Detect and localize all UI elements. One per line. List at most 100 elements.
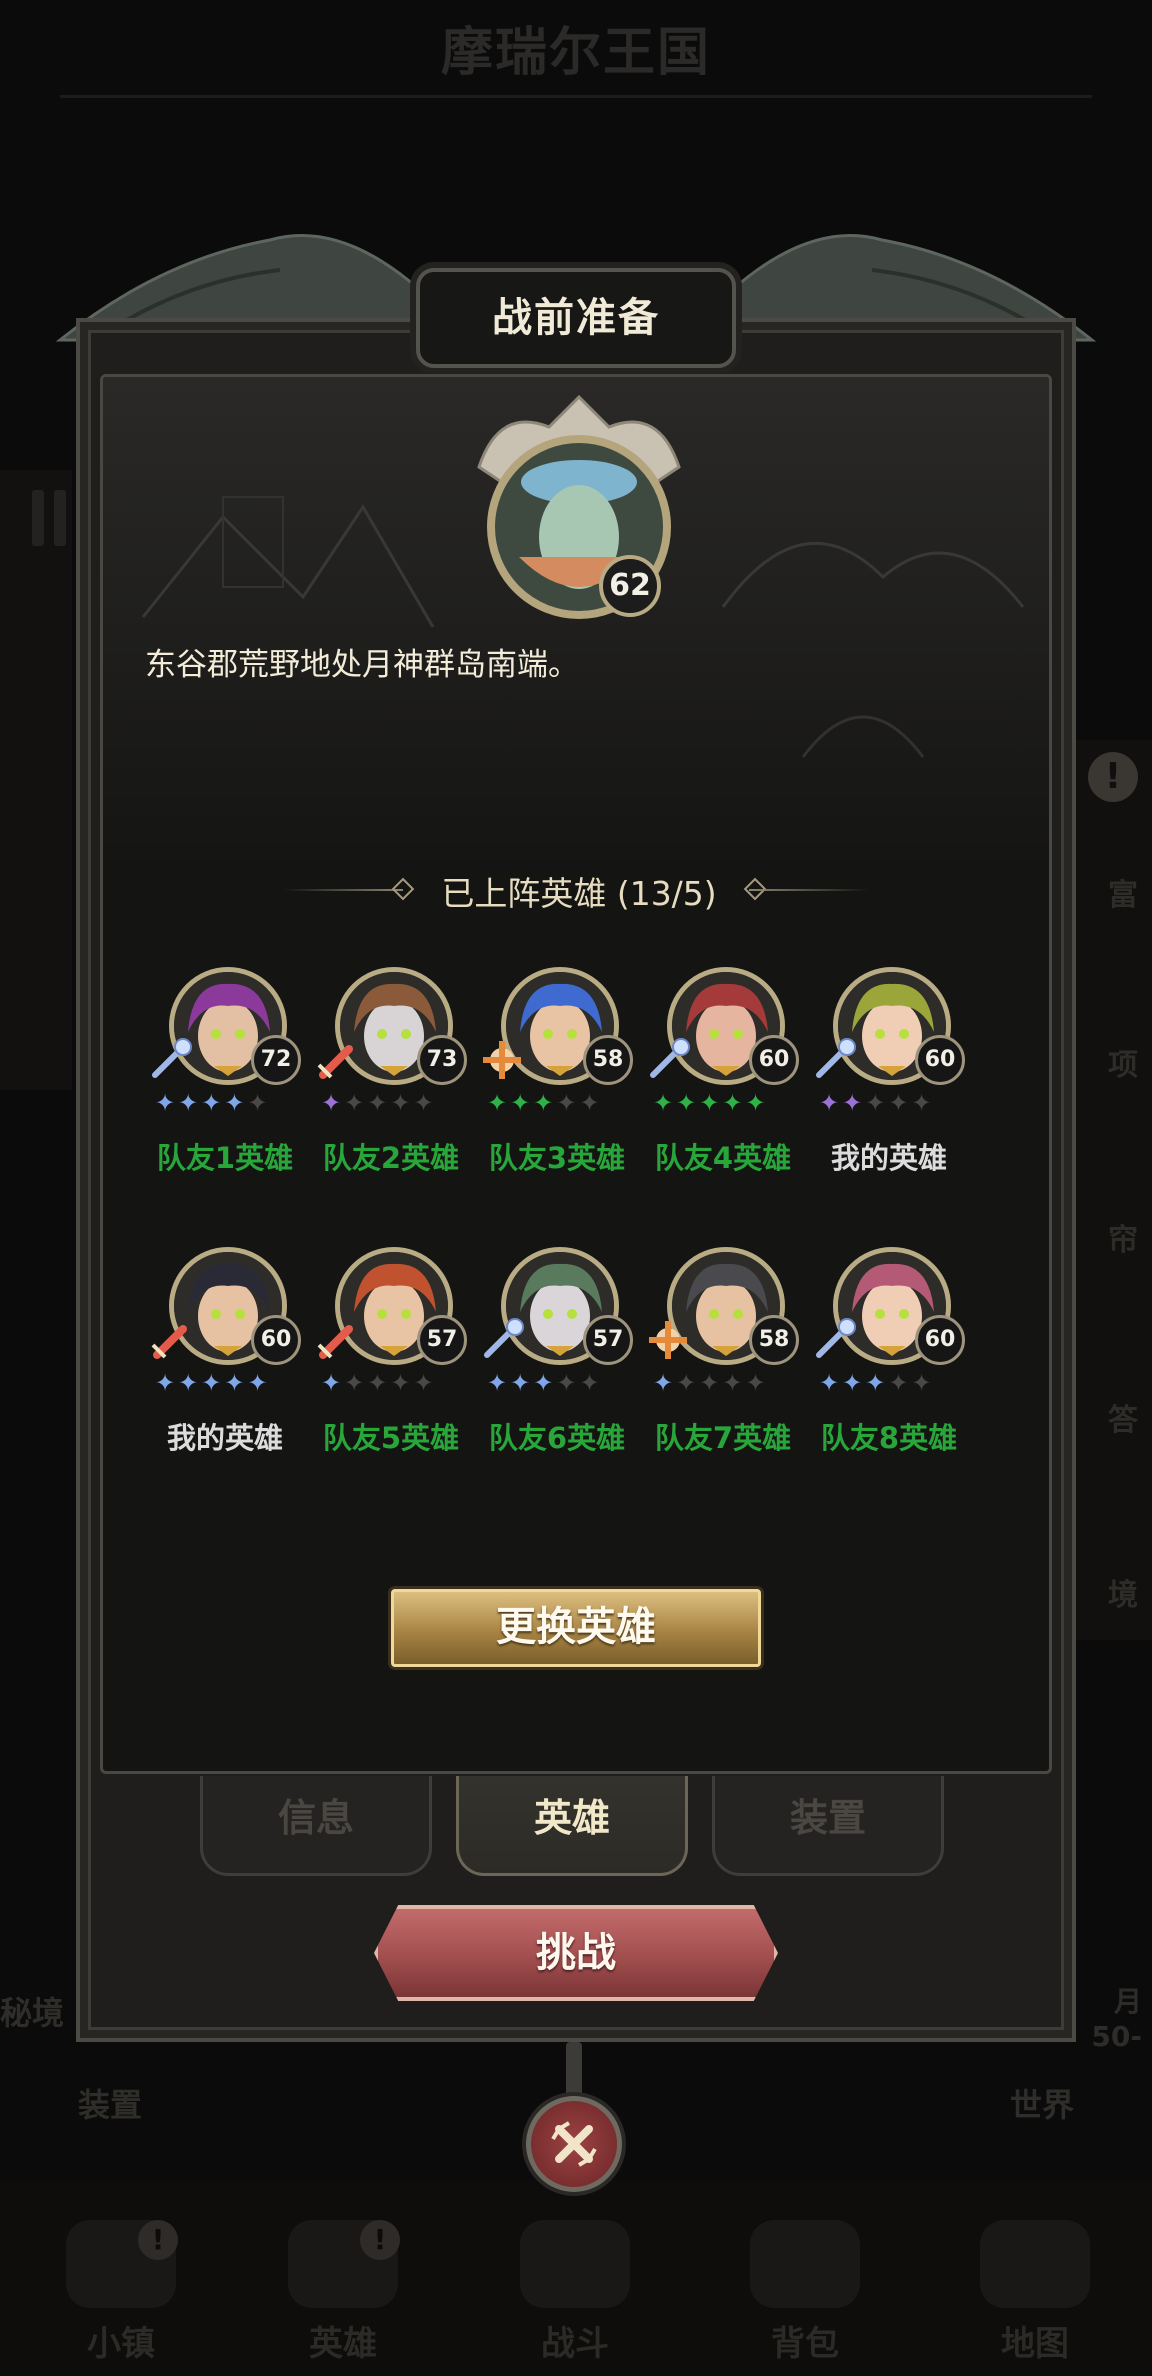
hero-name: 队友4英雄 xyxy=(654,1141,792,1175)
tab-devices[interactable]: 装置 xyxy=(712,1776,944,1876)
nav-bag[interactable]: 背包 xyxy=(730,2220,880,2370)
right-menu-label[interactable]: 答 xyxy=(1108,1395,1138,1439)
bag-icon xyxy=(750,2220,860,2308)
star-icon: ✦ xyxy=(201,1369,225,1397)
hero-star-rating: ✦✦✦✦✦ xyxy=(487,1089,637,1117)
right-menu-label[interactable]: 富 xyxy=(1108,870,1138,914)
star-icon: ✦ xyxy=(819,1089,843,1117)
tab-info[interactable]: 信息 xyxy=(200,1776,432,1876)
hero-level-badge: 58 xyxy=(583,1035,633,1085)
star-icon: ✦ xyxy=(865,1089,889,1117)
star-icon: ✦ xyxy=(533,1369,557,1397)
star-icon: ✦ xyxy=(413,1089,437,1117)
sword-icon xyxy=(311,1315,361,1365)
star-icon: ✦ xyxy=(224,1369,248,1397)
hero-card[interactable]: 60 ✦✦✦✦✦ 我的英雄 xyxy=(143,1247,307,1487)
hero-card[interactable]: 58 ✦✦✦✦✦ 队友3英雄 xyxy=(475,967,639,1207)
star-icon: ✦ xyxy=(321,1089,345,1117)
hero-name: 我的英雄 xyxy=(830,1141,947,1175)
hero-card[interactable]: 57 ✦✦✦✦✦ 队友5英雄 xyxy=(309,1247,473,1487)
star-icon: ✦ xyxy=(865,1369,889,1397)
hero-name: 我的英雄 xyxy=(166,1421,283,1455)
star-icon: ✦ xyxy=(201,1089,225,1117)
star-icon: ✦ xyxy=(533,1089,557,1117)
star-icon: ✦ xyxy=(510,1089,534,1117)
hero-card[interactable]: 60 ✦✦✦✦✦ 我的英雄 xyxy=(807,967,971,1207)
hero-card[interactable]: 72 ✦✦✦✦✦ 队友1英雄 xyxy=(143,967,307,1207)
star-icon: ✦ xyxy=(579,1369,603,1397)
star-icon: ✦ xyxy=(510,1369,534,1397)
star-icon: ✦ xyxy=(911,1369,935,1397)
right-menu-label[interactable]: 帘 xyxy=(1108,1215,1138,1259)
hero-name: 队友7英雄 xyxy=(654,1421,792,1455)
hero-name: 队友5英雄 xyxy=(322,1421,460,1455)
hero-star-rating: ✦✦✦✦✦ xyxy=(819,1369,969,1397)
star-icon: ✦ xyxy=(888,1089,912,1117)
dialog-title-plate: 战前准备 xyxy=(416,268,736,368)
hero-card[interactable]: 73 ✦✦✦✦✦ 队友2英雄 xyxy=(309,967,473,1207)
star-icon: ✦ xyxy=(819,1369,843,1397)
bottom-nav: 小镇 ! 英雄 ! 战斗 背包 地图 xyxy=(0,2180,1152,2376)
hero-card[interactable]: 58 ✦✦✦✦✦ 队友7英雄 xyxy=(641,1247,805,1487)
hero-card[interactable]: 57 ✦✦✦✦✦ 队友6英雄 xyxy=(475,1247,639,1487)
staff-icon xyxy=(145,1035,195,1085)
switch-heroes-button[interactable]: 更换英雄 xyxy=(391,1589,761,1667)
star-icon: ✦ xyxy=(676,1089,700,1117)
challenge-button[interactable]: 挑战 xyxy=(374,1905,778,2001)
close-connector xyxy=(566,2042,582,2098)
nav-battle[interactable]: 战斗 xyxy=(500,2220,650,2370)
hero-name: 队友2英雄 xyxy=(322,1141,460,1175)
star-icon: ✦ xyxy=(247,1369,271,1397)
nav-map[interactable]: 地图 xyxy=(960,2220,1110,2370)
hero-star-rating: ✦✦✦✦✦ xyxy=(155,1369,305,1397)
star-icon: ✦ xyxy=(367,1089,391,1117)
sword-icon xyxy=(311,1035,361,1085)
dialog-content-panel: 62 东谷郡荒野地处月神群岛南端。 已上阵英雄 (13/5) 72 ✦✦✦✦✦ 队友… xyxy=(100,374,1052,1774)
staff-icon xyxy=(477,1315,527,1365)
right-menu-label[interactable]: 项 xyxy=(1108,1040,1138,1084)
right-menu-label[interactable]: 境 xyxy=(1108,1570,1138,1614)
hero-star-rating: ✦✦✦✦✦ xyxy=(321,1089,471,1117)
deployed-heroes-title: 已上阵英雄 (13/5) xyxy=(441,874,717,913)
dialog-title: 战前准备 xyxy=(492,295,660,341)
section-divider xyxy=(749,889,869,891)
dialog-tabs: 信息 英雄 装置 xyxy=(200,1776,952,1880)
pause-icon[interactable] xyxy=(32,490,72,546)
star-icon: ✦ xyxy=(676,1369,700,1397)
star-icon: ✦ xyxy=(413,1369,437,1397)
hero-level-badge: 60 xyxy=(915,1315,965,1365)
star-icon: ✦ xyxy=(842,1369,866,1397)
staff-icon xyxy=(809,1035,859,1085)
star-icon: ✦ xyxy=(888,1369,912,1397)
hero-card[interactable]: 60 ✦✦✦✦✦ 队友8英雄 xyxy=(807,1247,971,1487)
sword-icon xyxy=(145,1315,195,1365)
staff-icon xyxy=(643,1035,693,1085)
secret-realm-label[interactable]: 秘境 xyxy=(0,1988,64,2034)
star-icon: ✦ xyxy=(911,1089,935,1117)
alert-badge: ! xyxy=(138,2220,178,2260)
kingdom-title: 摩瑞尔王国 xyxy=(440,23,711,83)
event-text: 50- xyxy=(1091,2020,1142,2053)
nav-heroes[interactable]: 英雄 ! xyxy=(268,2220,418,2370)
hero-card[interactable]: 60 ✦✦✦✦✦ 队友4英雄 xyxy=(641,967,805,1207)
hero-level-badge: 72 xyxy=(251,1035,301,1085)
star-icon: ✦ xyxy=(344,1369,368,1397)
device-label[interactable]: 装置 xyxy=(78,2080,142,2126)
hero-name: 队友8英雄 xyxy=(820,1421,958,1455)
star-icon: ✦ xyxy=(487,1089,511,1117)
hero-level-badge: 58 xyxy=(749,1315,799,1365)
hero-star-rating: ✦✦✦✦✦ xyxy=(653,1089,803,1117)
star-icon: ✦ xyxy=(556,1369,580,1397)
cross-icon xyxy=(643,1315,693,1365)
swords-icon xyxy=(520,2220,630,2308)
alert-icon[interactable]: ! xyxy=(1088,752,1138,802)
star-icon: ✦ xyxy=(653,1089,677,1117)
tab-heroes[interactable]: 英雄 xyxy=(456,1776,688,1876)
hero-star-rating: ✦✦✦✦✦ xyxy=(819,1089,969,1117)
close-button[interactable] xyxy=(526,2096,622,2192)
nav-town[interactable]: 小镇 ! xyxy=(46,2220,196,2370)
hero-lineup: 72 ✦✦✦✦✦ 队友1英雄 73 ✦✦✦✦✦ 队友2英雄 58 ✦✦✦✦✦ 队友3英雄 60 ✦✦… xyxy=(143,967,1023,1527)
world-label[interactable]: 世界 xyxy=(1010,2080,1074,2126)
star-icon: ✦ xyxy=(390,1369,414,1397)
star-icon: ✦ xyxy=(722,1089,746,1117)
